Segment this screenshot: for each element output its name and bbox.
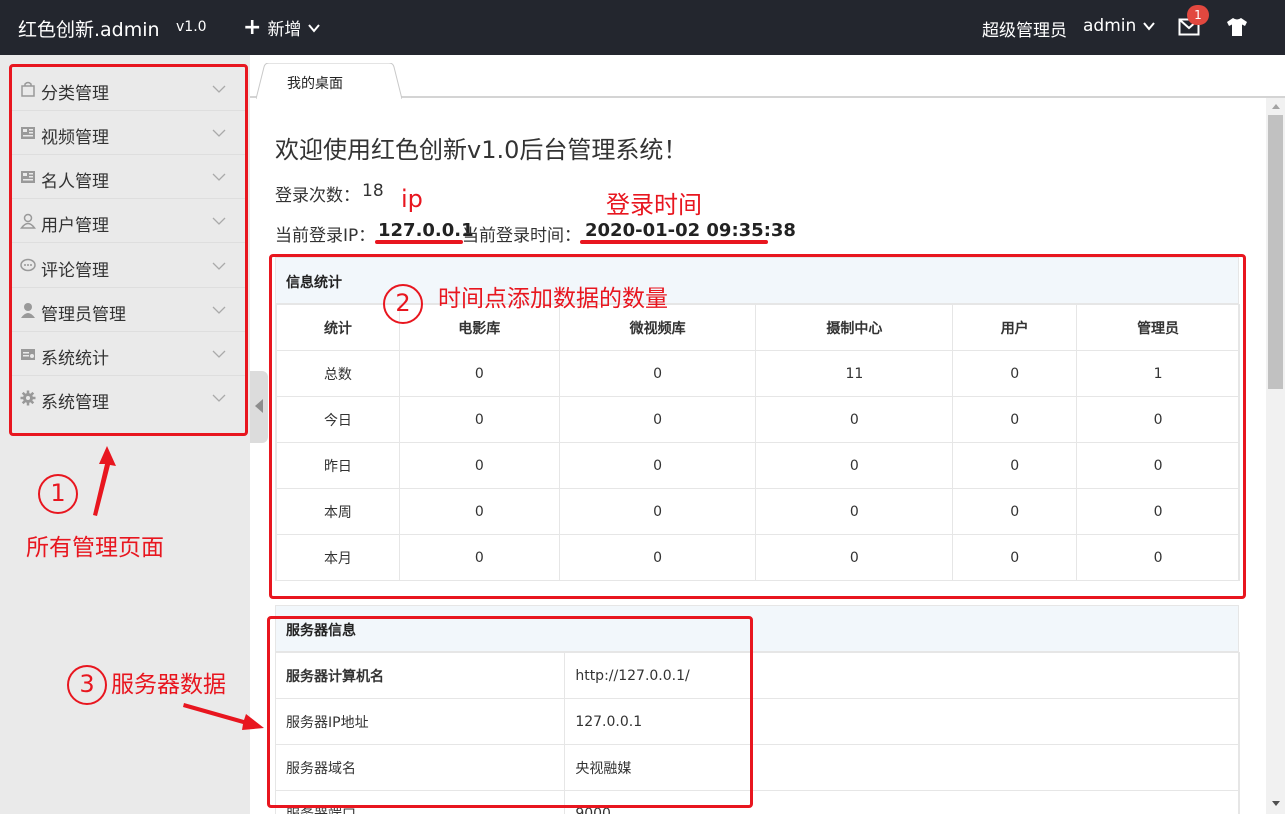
annotation-login-time: 登录时间 <box>606 191 702 219</box>
annotation-ip: ip <box>401 185 423 213</box>
login-ip-value: 127.0.0.1 <box>378 220 474 241</box>
annotation-circle-1: 1 <box>38 474 78 514</box>
annotation-underline-time <box>580 240 768 244</box>
annotation-circle-2: 2 <box>383 284 423 324</box>
login-time-label: 当前登录时间： <box>462 226 581 246</box>
admin-role-label: 超级管理员 <box>982 21 1067 41</box>
annotation-stats-note: 时间点添加数据的数量 <box>438 286 668 312</box>
tab-desktop-label: 我的桌面 <box>287 76 343 92</box>
brand-version: v1.0 <box>176 19 207 35</box>
vertical-scrollbar[interactable] <box>1266 98 1285 814</box>
plus-icon: + <box>243 14 262 40</box>
annotation-arrow-1 <box>93 446 116 516</box>
theme-shirt-icon[interactable] <box>1226 17 1248 37</box>
tab-bar <box>250 55 1285 99</box>
add-new-button[interactable]: + 新增 <box>243 15 321 40</box>
chevron-down-icon <box>1142 22 1155 31</box>
top-header: 红色创新.admin v1.0 + 新增 超级管理员 admin 1 <box>0 0 1285 55</box>
scroll-up-arrow-icon[interactable] <box>1272 104 1280 109</box>
annotation-box-sidebar <box>9 64 248 436</box>
annotation-arrow-3 <box>183 703 264 730</box>
annotation-all-pages: 所有管理页面 <box>26 535 164 561</box>
mail-count-badge: 1 <box>1187 5 1209 25</box>
chevron-down-icon <box>308 23 321 33</box>
login-count-value: 18 <box>362 181 384 201</box>
chevron-left-icon <box>255 399 263 413</box>
scroll-thumb[interactable] <box>1268 115 1283 389</box>
admin-name-label: admin <box>1083 16 1137 36</box>
annotation-underline-ip <box>375 240 463 244</box>
login-count-label: 登录次数： <box>275 186 360 206</box>
welcome-heading: 欢迎使用红色创新v1.0后台管理系统！ <box>275 136 688 164</box>
add-new-label: 新增 <box>267 20 302 40</box>
login-ip-label: 当前登录IP： <box>275 226 376 246</box>
scroll-down-arrow-icon[interactable] <box>1272 801 1280 806</box>
brand-logo[interactable]: 红色创新.admin <box>18 15 160 42</box>
annotation-box-server <box>267 616 753 808</box>
annotation-circle-3: 3 <box>67 665 107 705</box>
annotation-server-note: 服务器数据 <box>111 672 226 698</box>
admin-user-menu[interactable]: admin <box>1083 16 1156 36</box>
sidebar-collapse-toggle[interactable] <box>250 371 268 443</box>
login-time-value: 2020-01-02 09:35:38 <box>585 220 796 241</box>
